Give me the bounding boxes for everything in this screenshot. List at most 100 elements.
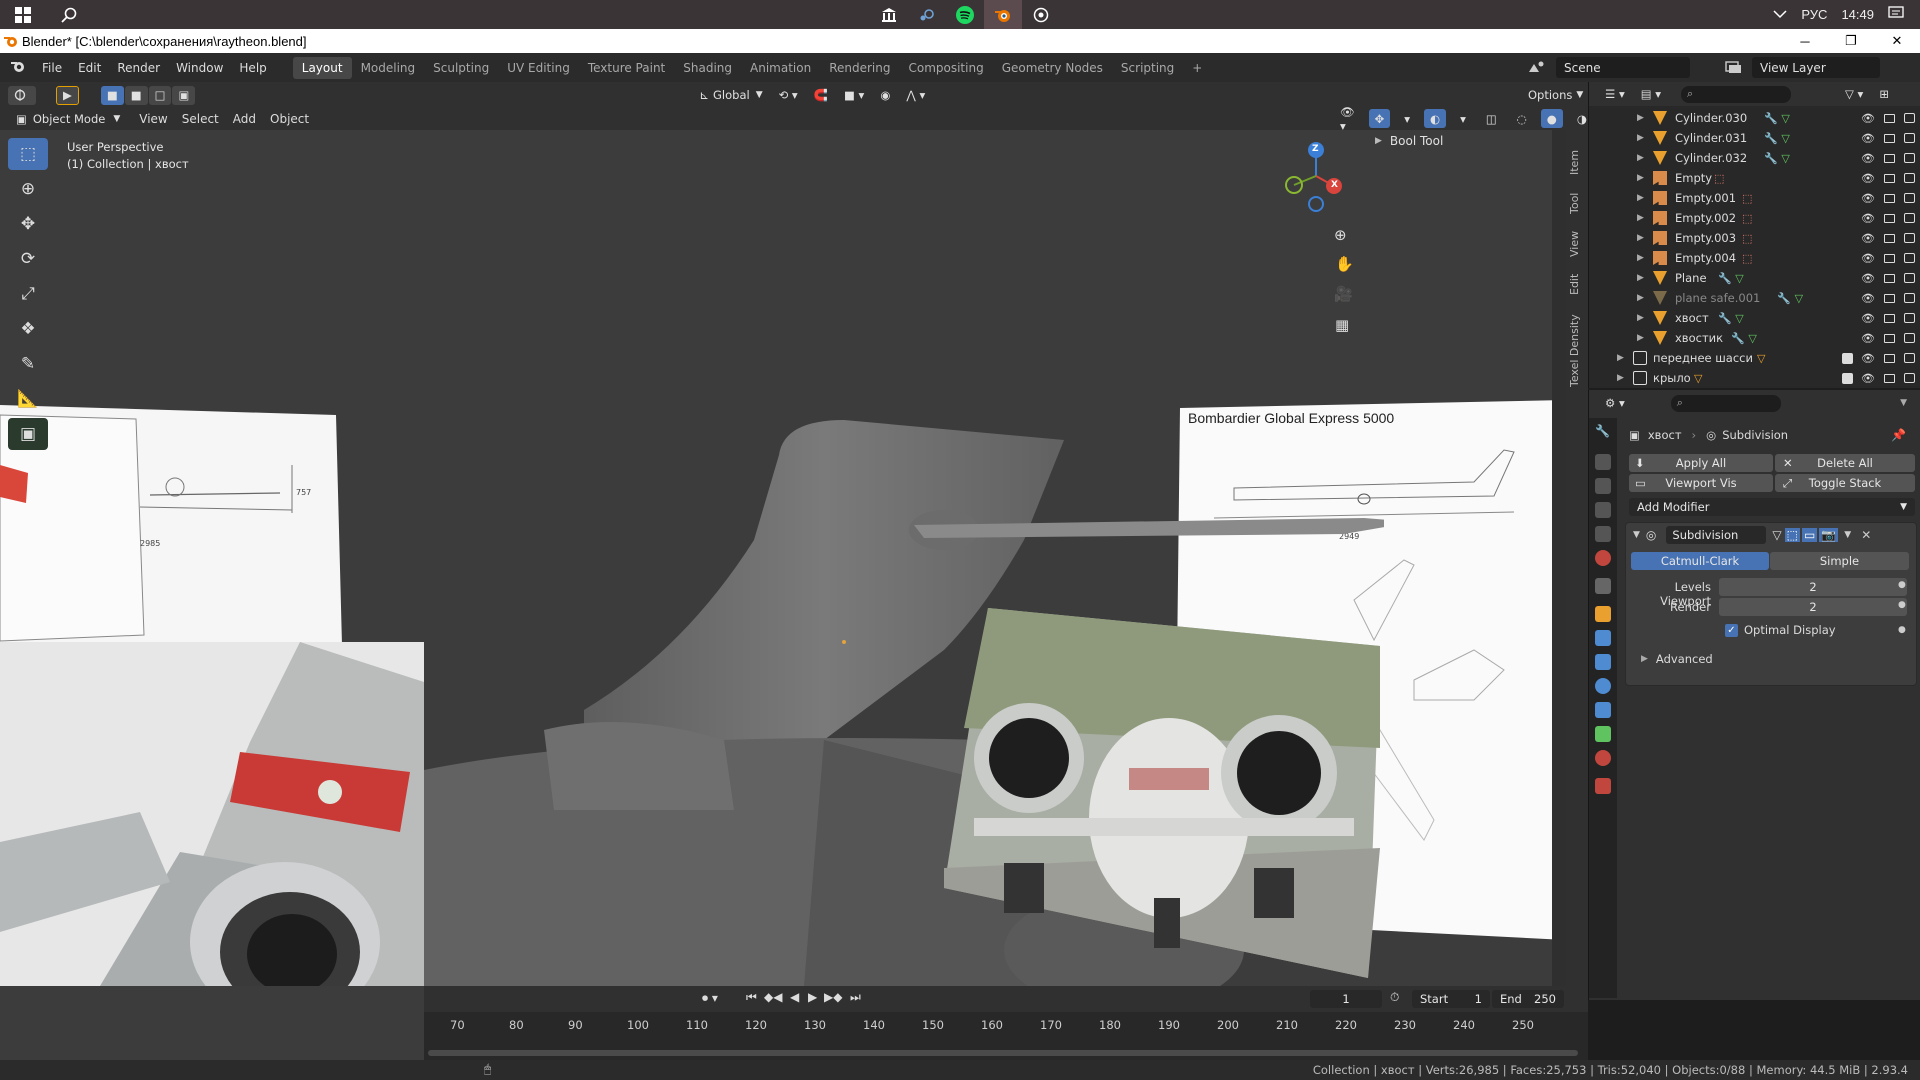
render-disable-icon[interactable]: [1904, 293, 1915, 303]
viewport-disable-icon[interactable]: [1884, 173, 1895, 183]
viewport-disable-icon[interactable]: [1884, 193, 1895, 203]
physics-tab-icon[interactable]: [1595, 678, 1611, 694]
viewport-toggle-icon[interactable]: ▭: [1801, 528, 1818, 542]
catmull-clark-button[interactable]: Catmull-Clark: [1631, 552, 1769, 570]
texture-tab-icon[interactable]: [1595, 778, 1611, 794]
timeline-scrollbar[interactable]: [428, 1050, 1578, 1056]
reference-image-blueprint-side[interactable]: 757 2985: [0, 405, 342, 645]
view-layer-selector[interactable]: View Layer: [1752, 57, 1880, 78]
visibility-eye-icon[interactable]: 👁: [1861, 232, 1875, 245]
modifier-tab-icon[interactable]: [1595, 630, 1611, 646]
object-tab-icon[interactable]: [1595, 606, 1611, 622]
play-icon[interactable]: ▶: [808, 990, 817, 1004]
cage-toggle-icon[interactable]: ⬚: [1784, 528, 1800, 542]
scene-icon[interactable]: [1528, 60, 1546, 77]
display-mode-icon[interactable]: ▤ ▾: [1634, 84, 1668, 104]
cursor-tool-icon[interactable]: ⊕: [8, 173, 48, 205]
3d-viewport[interactable]: 757 2985 Bombardier Global Express 5000: [0, 130, 1566, 986]
pan-hand-icon[interactable]: ✋: [1335, 255, 1354, 273]
editor-type-button[interactable]: [8, 85, 36, 105]
render-disable-icon[interactable]: [1904, 113, 1915, 123]
particles-tab-icon[interactable]: [1595, 654, 1611, 670]
visibility-eye-icon[interactable]: 👁: [1861, 112, 1875, 125]
object-mode-dropdown[interactable]: ▣ Object Mode ▼: [10, 109, 127, 129]
material-tab-icon[interactable]: [1595, 750, 1611, 766]
workspace-tab-geometry-nodes[interactable]: Geometry Nodes: [993, 57, 1112, 79]
pin-icon[interactable]: 📌: [1891, 428, 1906, 442]
viewport-menu-add[interactable]: Add: [226, 112, 263, 126]
current-frame-field[interactable]: 1: [1310, 990, 1382, 1008]
expand-arrow-icon[interactable]: ▶: [1617, 353, 1624, 363]
minimize-button[interactable]: ─: [1782, 29, 1828, 53]
gizmo-dropdown-icon[interactable]: ▾: [1398, 109, 1417, 128]
play-reverse-icon[interactable]: ◀: [790, 990, 799, 1004]
expand-arrow-icon[interactable]: ▶: [1637, 253, 1644, 263]
add-workspace-icon[interactable]: +: [1183, 57, 1211, 79]
chevron-down-icon[interactable]: ▼: [1900, 398, 1907, 408]
ortho-grid-icon[interactable]: ▦: [1335, 316, 1349, 334]
menu-help[interactable]: Help: [231, 61, 274, 75]
apply-all-button[interactable]: ⬇ Apply All: [1629, 454, 1773, 472]
workspace-tab-animation[interactable]: Animation: [741, 57, 820, 79]
render-disable-icon[interactable]: [1904, 133, 1915, 143]
optimal-display-checkbox[interactable]: ✓ Optimal Display: [1725, 623, 1836, 637]
viewport-disable-icon[interactable]: [1884, 253, 1895, 263]
scene-tab-icon[interactable]: [1595, 526, 1611, 542]
select-intersect-icon[interactable]: ▣: [172, 85, 196, 105]
workspace-tab-shading[interactable]: Shading: [674, 57, 741, 79]
outliner-row[interactable]: ▶ plane safe.001 🔧 ▽ 👁: [1589, 288, 1920, 308]
visibility-eye-icon[interactable]: 👁: [1861, 332, 1875, 345]
restore-button[interactable]: ❐: [1828, 29, 1874, 53]
render-disable-icon[interactable]: [1904, 193, 1915, 203]
viewport-disable-icon[interactable]: [1884, 373, 1895, 383]
advanced-subpanel[interactable]: ▶ Advanced: [1641, 652, 1713, 666]
render-disable-icon[interactable]: [1904, 253, 1915, 263]
outliner-row[interactable]: ▶ Empty.002 ⬚ 👁: [1589, 208, 1920, 228]
workspace-tab-rendering[interactable]: Rendering: [820, 57, 899, 79]
properties-search-input[interactable]: ⌕: [1670, 394, 1781, 412]
outliner-row[interactable]: ▶ Empty ⬚ 👁: [1589, 168, 1920, 188]
chevron-up-icon[interactable]: [1773, 7, 1787, 22]
render-disable-icon[interactable]: [1904, 373, 1915, 383]
end-frame-field[interactable]: End 250: [1492, 990, 1564, 1008]
snap-element-icon[interactable]: ■ ▾: [838, 85, 871, 105]
shading-wireframe-icon[interactable]: ◌: [1510, 109, 1533, 128]
bank-app-icon[interactable]: [870, 0, 908, 29]
expand-arrow-icon[interactable]: ▶: [1637, 173, 1644, 183]
output-tab-icon[interactable]: [1595, 478, 1611, 494]
workspace-tab-compositing[interactable]: Compositing: [899, 57, 992, 79]
select-new-icon[interactable]: ■: [100, 85, 124, 105]
render-disable-icon[interactable]: [1904, 353, 1915, 363]
outliner-row[interactable]: ▶ Cylinder.030 🔧 ▽ 👁: [1589, 108, 1920, 128]
render-disable-icon[interactable]: [1904, 173, 1915, 183]
render-disable-icon[interactable]: [1904, 153, 1915, 163]
collection-tab-icon[interactable]: [1595, 578, 1611, 594]
measure-tool-icon[interactable]: 📐: [8, 383, 48, 415]
npanel-tab-view[interactable]: View: [1568, 226, 1586, 262]
bool-tool-panel[interactable]: ▶ Bool Tool: [1366, 130, 1566, 152]
remove-modifier-icon[interactable]: ✕: [1861, 528, 1871, 542]
outliner-row[interactable]: ▶ Cylinder.032 🔧 ▽ 👁: [1589, 148, 1920, 168]
viewport-disable-icon[interactable]: [1884, 313, 1895, 323]
outliner-row[interactable]: ▶ Empty.001 ⬚ 👁: [1589, 188, 1920, 208]
viewport-menu-view[interactable]: View: [132, 112, 174, 126]
blender-taskbar-icon[interactable]: [984, 0, 1022, 29]
blender-menu-icon[interactable]: [0, 59, 34, 76]
visibility-eye-icon[interactable]: 👁: [1861, 132, 1875, 145]
move-tool-icon[interactable]: ✥: [8, 208, 48, 240]
viewport-menu-object[interactable]: Object: [263, 112, 316, 126]
visibility-eye-icon[interactable]: 👁: [1861, 212, 1875, 225]
visibility-eye-icon[interactable]: 👁: [1861, 312, 1875, 325]
rotate-tool-icon[interactable]: ⟳: [8, 243, 48, 275]
add-cube-tool-icon[interactable]: ▣: [8, 418, 48, 450]
transform-orientation-dropdown[interactable]: ⊾ Global ▼: [693, 85, 769, 105]
expand-arrow-icon[interactable]: ▶: [1637, 213, 1644, 223]
select-box-tool-icon[interactable]: ⬚: [8, 138, 48, 170]
clock[interactable]: 14:49: [1841, 7, 1874, 22]
expand-arrow-icon[interactable]: ▶: [1637, 233, 1644, 243]
visibility-filter-icon[interactable]: 👁 ▾: [1334, 105, 1361, 133]
workspace-tab-scripting[interactable]: Scripting: [1112, 57, 1183, 79]
viewport-vis-button[interactable]: ▭ Viewport Vis: [1629, 474, 1773, 492]
levels-viewport-field[interactable]: 2: [1719, 578, 1907, 596]
outliner-row[interactable]: ▶ Empty.004 ⬚ 👁: [1589, 248, 1920, 268]
